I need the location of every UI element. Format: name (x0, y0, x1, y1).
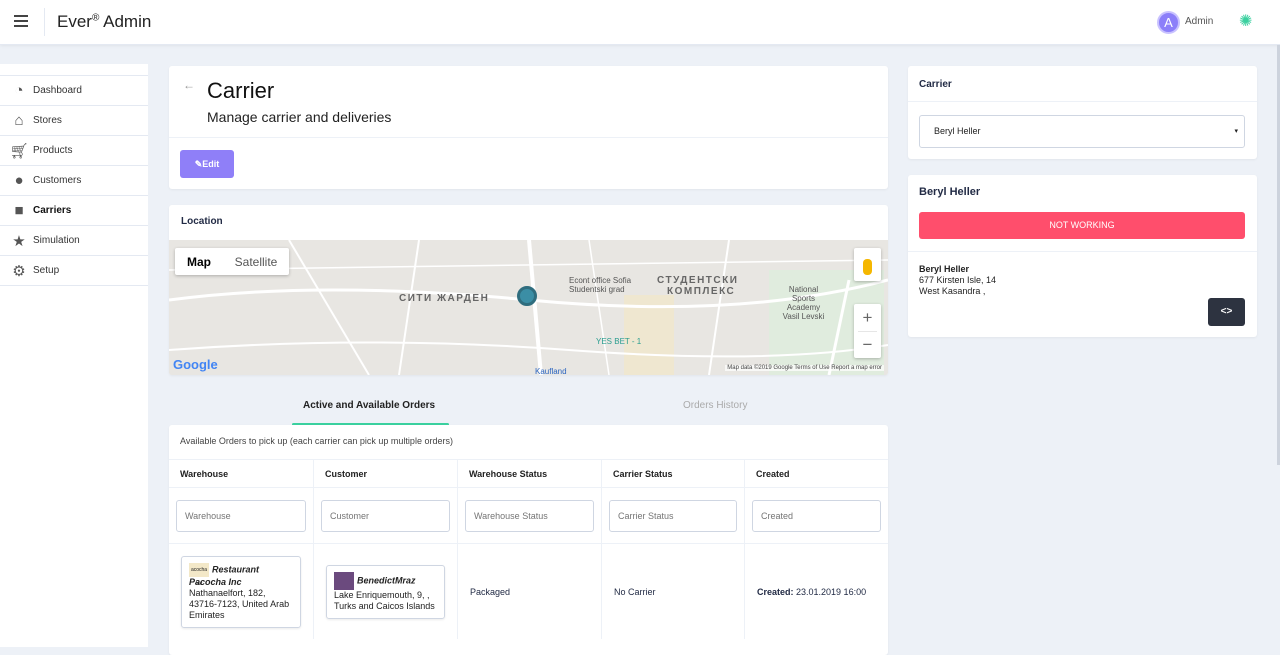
carrier-marker-icon[interactable] (517, 286, 537, 306)
column-header[interactable]: Customer (314, 460, 458, 487)
zoom-out-button[interactable]: − (854, 331, 881, 358)
page-title: Carrier (207, 78, 275, 103)
sidebar-item-simulation[interactable]: ★ Simulation (0, 226, 148, 256)
carrier-status: No Carrier (602, 544, 745, 639)
created-filter-input[interactable] (752, 499, 881, 532)
map-label-studentski: СТУДЕНТСКИ (657, 275, 739, 286)
column-header[interactable]: Created (745, 460, 888, 487)
orders-caption: Available Orders to pick up (each carrie… (180, 436, 453, 446)
home-icon: ⌂ (14, 112, 24, 129)
chevron-down-icon: ▾ (1234, 128, 1238, 135)
created-value: 23.01.2019 16:00 (793, 586, 867, 597)
carrier-status-button[interactable]: NOT WORKING (919, 212, 1245, 239)
tab-active-orders[interactable]: Active and Available Orders (303, 400, 435, 411)
location-card: Location СИТИ ЖАРДЕН СТУДЕНТСКИ КОМПЛЕКС… (169, 205, 888, 375)
orders-table: Warehouse Customer Warehouse Status Carr… (169, 459, 888, 639)
warehouse-filter-input[interactable] (176, 499, 306, 532)
street-view-pegman-icon[interactable] (854, 248, 881, 281)
column-header[interactable]: Carrier Status (602, 460, 745, 487)
column-header[interactable]: Warehouse Status (458, 460, 602, 487)
star-icon: ★ (12, 232, 26, 250)
divider (908, 251, 1257, 252)
google-logo: Google (173, 357, 218, 372)
cart-icon: 🛒︎ (9, 142, 29, 160)
carrier-header-card: ← Carrier Manage carrier and deliveries … (169, 66, 888, 189)
sidebar-item-customers[interactable]: ● Customers (0, 166, 148, 196)
customer-avatar (334, 571, 354, 590)
customer-address: Lake Enriquemouth, 9, , Turks and Caicos… (334, 589, 435, 611)
gear-icon: ⚙ (12, 262, 26, 280)
orders-tabs: Active and Available Orders Orders Histo… (169, 390, 888, 426)
code-button[interactable]: <> (1208, 298, 1245, 326)
sidebar-menu: ◔ Dashboard ⌂ Stores 🛒︎ Products ● Customers… (0, 75, 148, 286)
carrier-address: Beryl Heller 677 Kirsten Isle, 14 West K… (919, 264, 997, 296)
tab-orders-history[interactable]: Orders History (683, 400, 747, 411)
warehouse-status: Packaged (458, 544, 602, 639)
warehouse-address: Nathanaelfort, 182, 43716-7123, United A… (189, 587, 290, 620)
divider (169, 137, 888, 138)
warehouse-logo: acocha Inc (189, 562, 209, 587)
sidebar-item-dashboard[interactable]: ◔ Dashboard (0, 76, 148, 106)
map-label-kaufland: Kaufland (535, 367, 567, 375)
sidebar-item-setup[interactable]: ⚙ Setup (0, 256, 148, 286)
map-label-siti: СИТИ ЖАРДЕН (399, 293, 490, 304)
map[interactable]: СИТИ ЖАРДЕН СТУДЕНТСКИ КОМПЛЕКС Econt of… (169, 240, 888, 375)
map-label-yesbet: YES BET - 1 (596, 337, 642, 346)
map-label-econt: Econt office Sofia Studentski grad (569, 276, 632, 294)
zoom-control: + − (854, 304, 881, 358)
theme-settings-icon[interactable]: ✺ (1239, 13, 1256, 30)
map-label-kompleks: КОМПЛЕКС (667, 286, 736, 297)
user-name[interactable]: Admin (1185, 16, 1213, 27)
carrier-select-card: Carrier Beryl Heller ▾ (908, 66, 1257, 159)
truck-icon: ■ (14, 202, 24, 219)
back-arrow-icon[interactable]: ← (183, 78, 195, 92)
map-type-satellite-button[interactable]: Satellite (223, 248, 289, 275)
warehouse-status-filter-input[interactable] (465, 499, 594, 532)
map-label-academy: National Sports Academy Vasil Levski (782, 285, 825, 321)
table-row[interactable]: acocha IncRestaurant Pacocha Inc Nathana… (169, 543, 888, 639)
table-filter-row (169, 487, 888, 543)
page-subtitle: Manage carrier and deliveries (207, 109, 392, 125)
sidebar-item-stores[interactable]: ⌂ Stores (0, 106, 148, 136)
carrier-select-title: Carrier (919, 79, 952, 90)
edit-button[interactable]: ✎Edit (180, 150, 234, 178)
table-header-row: Warehouse Customer Warehouse Status Carr… (169, 459, 888, 487)
brand-logo[interactable]: Ever® Admin (57, 12, 151, 32)
map-attribution: Map data ©2019 Google Terms of Use Repor… (725, 365, 884, 371)
customer-card[interactable]: BenedictMraz Lake Enriquemouth, 9, , Tur… (326, 564, 445, 619)
column-header[interactable]: Warehouse (169, 460, 314, 487)
top-header: Ever® Admin A Admin ✺ (0, 0, 1280, 45)
menu-toggle-icon[interactable] (14, 15, 28, 27)
carrier-select[interactable]: Beryl Heller ▾ (919, 115, 1245, 148)
sidebar-item-products[interactable]: 🛒︎ Products (0, 136, 148, 166)
dashboard-icon: ◔ (14, 82, 24, 99)
customer-name: BenedictMraz (357, 574, 416, 585)
zoom-in-button[interactable]: + (854, 304, 881, 331)
person-icon: ● (14, 172, 24, 189)
customer-filter-input[interactable] (321, 499, 450, 532)
map-type-toggle: Map Satellite (175, 248, 289, 275)
sidebar: ◔ Dashboard ⌂ Stores 🛒︎ Products ● Customers… (0, 64, 148, 647)
header-divider (44, 8, 45, 36)
carrier-info-card: Beryl Heller NOT WORKING Beryl Heller 67… (908, 175, 1257, 337)
user-avatar[interactable]: A (1157, 11, 1180, 34)
divider (908, 101, 1257, 102)
created-label: Created: (757, 586, 794, 597)
warehouse-card[interactable]: acocha IncRestaurant Pacocha Inc Nathana… (181, 555, 301, 628)
location-title: Location (181, 216, 223, 227)
map-type-map-button[interactable]: Map (175, 248, 223, 275)
orders-card: Available Orders to pick up (each carrie… (169, 425, 888, 655)
carrier-status-filter-input[interactable] (609, 499, 737, 532)
sidebar-item-carriers[interactable]: ■ Carriers (0, 196, 148, 226)
carrier-name: Beryl Heller (919, 186, 981, 198)
